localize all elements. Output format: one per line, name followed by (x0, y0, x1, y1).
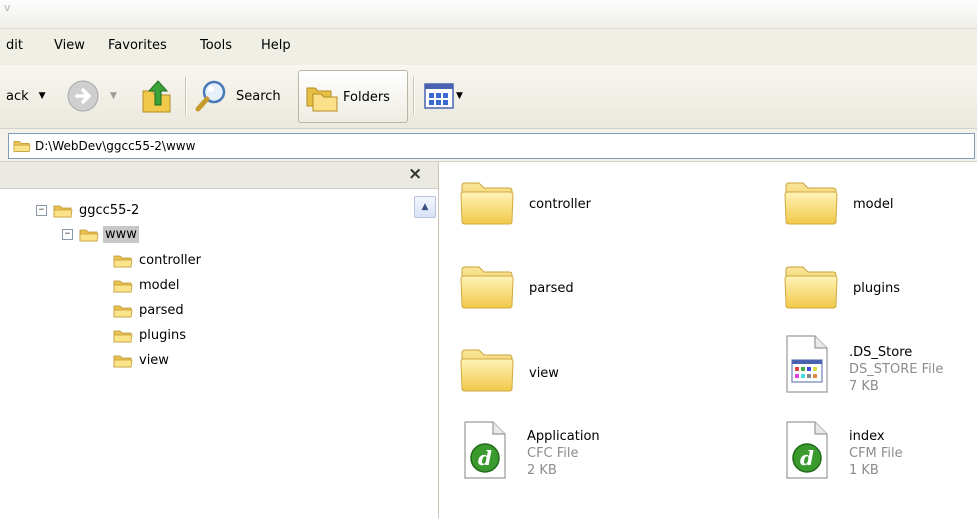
folder-icon (53, 203, 73, 219)
tree-node-label: plugins (139, 328, 186, 343)
folders-label: Folders (343, 89, 390, 105)
folder-icon (459, 262, 515, 310)
file-name: parsed (529, 281, 574, 296)
file-item-controller[interactable]: controller (459, 178, 591, 226)
tree-node-label: ggcc55-2 (79, 203, 140, 218)
file-item-parsed[interactable]: parsed (459, 262, 574, 310)
address-path: D:\WebDev\ggcc55-2\www (35, 139, 196, 153)
search-label: Search (236, 88, 281, 104)
tree-node-controller[interactable]: controller (113, 252, 203, 269)
folder-icon (113, 353, 133, 369)
file-list-pane: controller model parsed plugins view .DS… (439, 162, 977, 518)
menu-favorites[interactable]: Favorites (108, 38, 167, 53)
back-label: ack (6, 88, 29, 104)
forward-button[interactable]: ▼ (66, 71, 117, 121)
tree-node-label: parsed (139, 303, 184, 318)
up-button[interactable] (140, 71, 174, 121)
tree-node-label: www (103, 226, 139, 243)
toolbar: ack ▼ ▼ Search Folders ▼ (0, 65, 977, 129)
forward-dropdown-icon[interactable]: ▼ (110, 91, 117, 101)
menu-bar: dit View Favorites Tools Help (0, 29, 977, 65)
collapse-icon[interactable]: − (36, 205, 47, 216)
folder-icon (459, 178, 515, 226)
file-name: Application (527, 429, 600, 444)
tree-node-label: controller (139, 253, 202, 268)
file-name: index (849, 429, 885, 444)
tree-node-model[interactable]: model (113, 277, 181, 294)
forward-arrow-icon (67, 80, 99, 112)
folders-button[interactable]: Folders (298, 70, 408, 123)
file-name: .DS_Store (849, 345, 913, 360)
file-item-ds-store[interactable]: .DS_Store DS_STORE File 7 KB (783, 334, 943, 395)
views-icon (424, 83, 454, 109)
folder-icon (113, 328, 133, 344)
search-button[interactable]: Search (194, 71, 281, 121)
address-bar: D:\WebDev\ggcc55-2\www (0, 129, 977, 162)
tree-node-root[interactable]: − ggcc55-2 (36, 202, 141, 219)
back-button[interactable]: ack ▼ (6, 71, 46, 121)
file-name: view (529, 366, 559, 381)
file-item-view[interactable]: view (459, 345, 559, 393)
generic-file-icon (783, 334, 831, 394)
close-icon[interactable]: × (408, 164, 422, 184)
file-name: model (853, 197, 894, 212)
open-folder-icon (79, 227, 99, 243)
folder-icon (13, 138, 31, 154)
menu-tools[interactable]: Tools (200, 38, 232, 53)
menu-edit[interactable]: dit (6, 38, 23, 53)
tree-node-view[interactable]: view (113, 352, 171, 369)
menu-view[interactable]: View (54, 38, 85, 53)
views-button[interactable]: ▼ (424, 71, 463, 121)
collapse-icon[interactable]: − (62, 229, 73, 240)
file-size: 7 KB (849, 379, 879, 394)
folder-icon (113, 253, 133, 269)
folder-tree-pane: × ▲ − ggcc55-2 − www controller model pa… (0, 162, 439, 518)
tree-node-plugins[interactable]: plugins (113, 327, 188, 344)
views-dropdown-icon[interactable]: ▼ (456, 91, 463, 101)
file-type: DS_STORE File (849, 362, 944, 377)
tree-node-parsed[interactable]: parsed (113, 302, 186, 319)
folder-icon (459, 345, 515, 393)
tree-node-current[interactable]: − www (62, 226, 139, 243)
tree-node-label: model (139, 278, 180, 293)
window-title: v (4, 1, 11, 14)
dreamweaver-file-icon (461, 420, 509, 480)
title-bar: v (0, 0, 977, 29)
tree-node-label: view (139, 353, 169, 368)
dreamweaver-file-icon (783, 420, 831, 480)
menu-help[interactable]: Help (261, 38, 291, 53)
file-name: controller (529, 197, 592, 212)
file-type: CFC File (527, 446, 579, 461)
folders-icon (306, 87, 338, 112)
file-item-application[interactable]: Application CFC File 2 KB (461, 420, 600, 480)
file-item-model[interactable]: model (783, 178, 893, 226)
folder-icon (113, 303, 133, 319)
file-item-index[interactable]: index CFM File 1 KB (783, 420, 903, 480)
scroll-up-icon[interactable]: ▲ (414, 196, 436, 218)
file-item-plugins[interactable]: plugins (783, 262, 900, 310)
folder-icon (783, 262, 839, 310)
address-input[interactable]: D:\WebDev\ggcc55-2\www (8, 133, 975, 159)
toolbar-separator (185, 77, 187, 115)
folder-icon (783, 178, 839, 226)
file-size: 1 KB (849, 463, 879, 478)
file-size: 2 KB (527, 463, 557, 478)
file-name: plugins (853, 281, 900, 296)
folder-icon (113, 278, 133, 294)
toolbar-separator (413, 77, 415, 115)
folders-pane-header: × (0, 162, 438, 189)
back-dropdown-icon[interactable]: ▼ (39, 91, 46, 101)
search-icon (195, 80, 226, 112)
file-type: CFM File (849, 446, 903, 461)
up-folder-icon (142, 80, 171, 113)
folders-button-content: Folders (305, 72, 390, 122)
